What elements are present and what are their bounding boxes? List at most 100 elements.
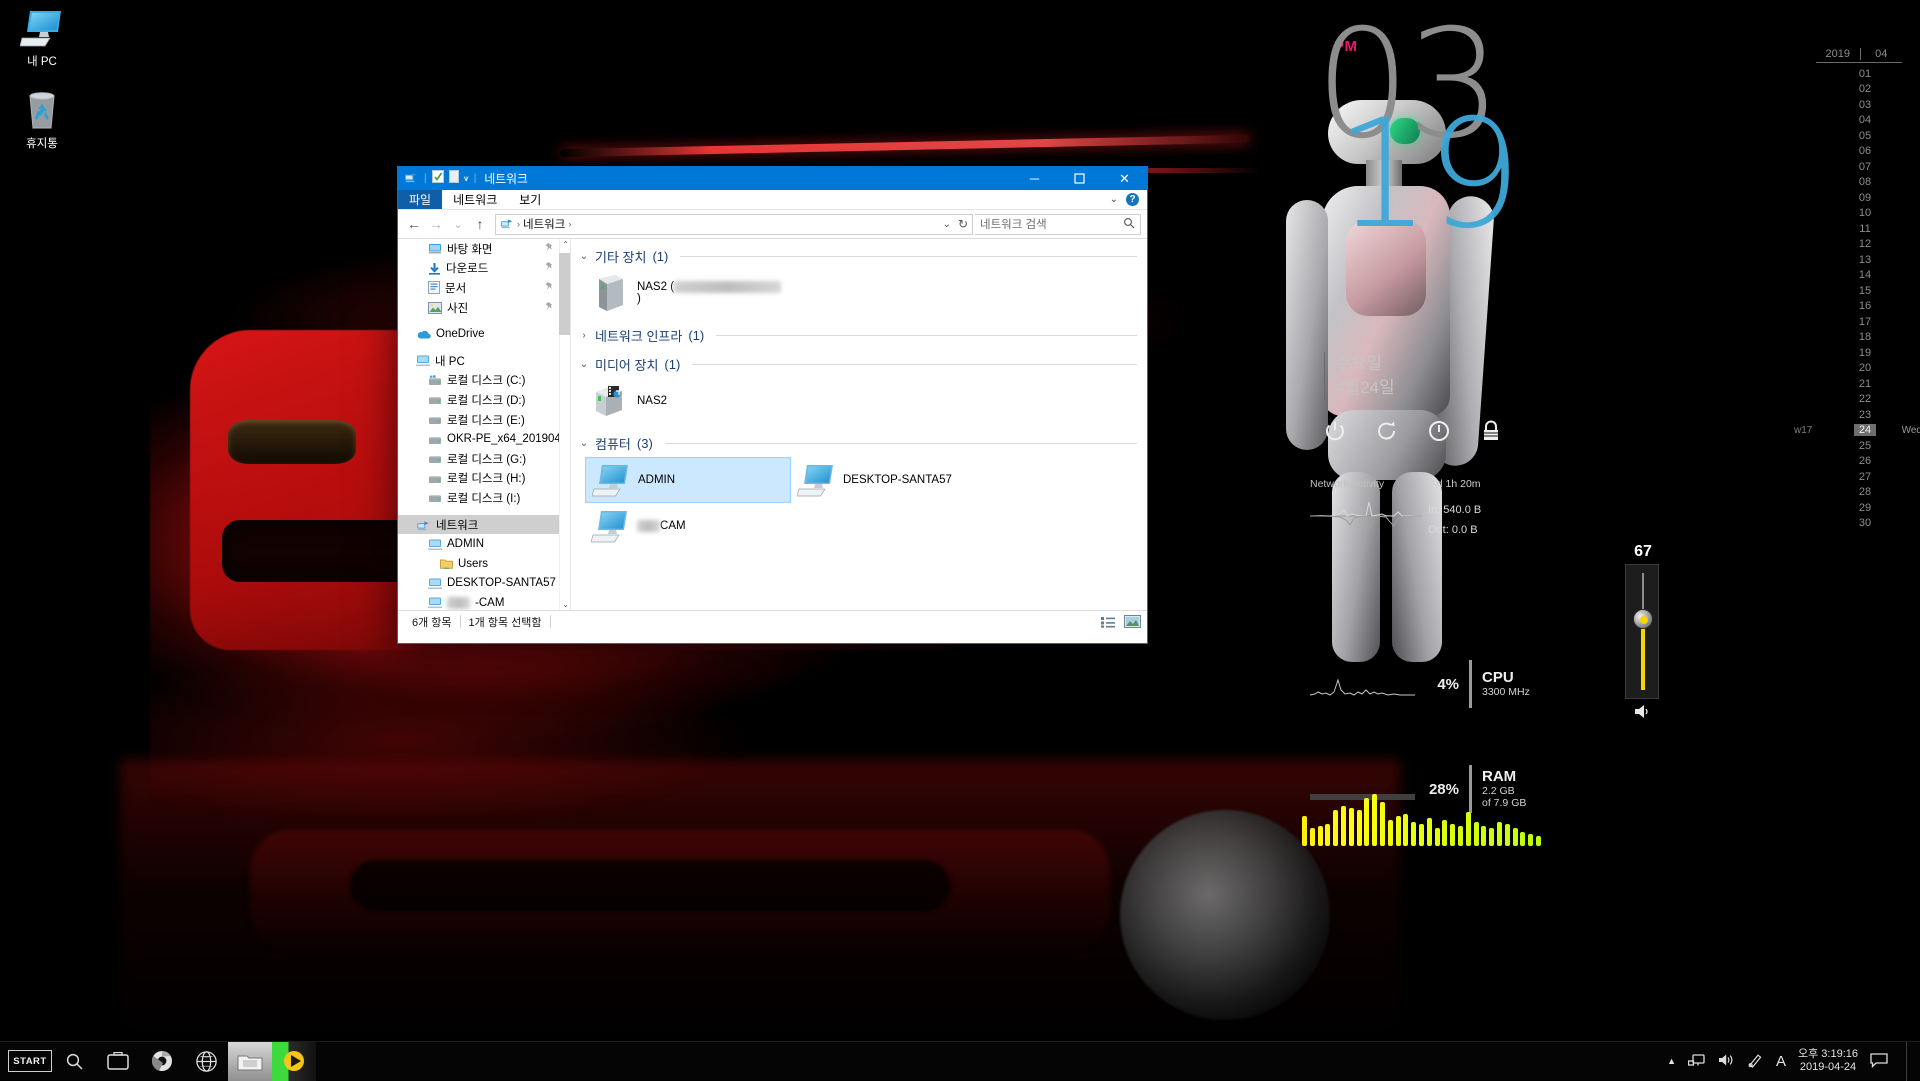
address-history-icon[interactable]: ⌄: [943, 219, 951, 230]
new-folder-icon[interactable]: [449, 170, 459, 188]
pin-icon[interactable]: [545, 302, 554, 314]
list-item[interactable]: NAS2 (XXXXXXXXXXXXXX): [585, 270, 791, 316]
sidebar-item-i[interactable]: 로컬 디스크 (I:): [398, 488, 570, 508]
scrollbar-thumb[interactable]: [559, 253, 570, 335]
sidebar-item-desktop-santa57[interactable]: DESKTOP-SANTA57: [398, 574, 570, 594]
customize-dropdown-icon[interactable]: ⩛: [464, 173, 469, 184]
sidebar-item-onedrive[interactable]: OneDrive: [398, 324, 570, 344]
chrome-icon[interactable]: [140, 1042, 184, 1081]
group-header[interactable]: ›네트워크 인프라(1): [571, 324, 1147, 347]
sidebar-item-pc[interactable]: 내 PC: [398, 351, 570, 371]
sidebar-item-c[interactable]: 로컬 디스크 (C:): [398, 371, 570, 391]
chevron-down-icon[interactable]: ⌄: [579, 438, 589, 449]
sidebar-item-users[interactable]: Users: [398, 554, 570, 574]
lock-icon[interactable]: [1478, 418, 1504, 444]
address-bar[interactable]: › 네트워크 › ⌄ ↻: [495, 214, 973, 235]
list-item[interactable]: NAS2: [585, 378, 791, 424]
volume-slider[interactable]: [1625, 564, 1659, 699]
tab-view[interactable]: 보기: [508, 190, 552, 209]
recent-locations-button[interactable]: ⌄: [448, 214, 468, 234]
file-explorer-window[interactable]: | ⩛ | 네트워크 ─ ✕ 파일 네트워크 보기 ⌄ ? ← → ⌄ ↑: [398, 167, 1147, 643]
breadcrumb-separator[interactable]: ›: [517, 219, 520, 229]
shutdown-icon[interactable]: [1322, 418, 1348, 444]
pin-icon[interactable]: [545, 282, 554, 294]
tab-network[interactable]: 네트워크: [442, 190, 508, 209]
volume-slider-handle[interactable]: [1633, 609, 1653, 629]
group-header[interactable]: ⌄기타 장치(1): [571, 245, 1147, 268]
speaker-icon[interactable]: [1625, 703, 1661, 725]
desktop-icon-recycle-bin[interactable]: 휴지통: [0, 88, 84, 151]
help-icon[interactable]: ?: [1126, 193, 1139, 206]
minimize-button[interactable]: ─: [1012, 167, 1057, 190]
navigation-bar[interactable]: ← → ⌄ ↑ › 네트워크 › ⌄ ↻ 네트워크 검색: [398, 210, 1147, 238]
close-button[interactable]: ✕: [1102, 167, 1147, 190]
sidebar-item-[interactable]: 다운로드: [398, 259, 570, 279]
sidebar-item-[interactable]: 네트워크: [398, 515, 570, 535]
taskbar[interactable]: START ▲ A 오후 3:19:16 2019-04-24: [0, 1041, 1920, 1080]
volume-gadget[interactable]: 67: [1625, 543, 1661, 725]
large-icons-view-icon[interactable]: [1123, 614, 1141, 630]
show-hidden-icons-icon[interactable]: ▲: [1667, 1056, 1676, 1066]
action-center-icon[interactable]: [1870, 1052, 1888, 1071]
system-tray[interactable]: ▲ A 오후 3:19:16 2019-04-24: [1667, 1042, 1920, 1081]
back-button[interactable]: ←: [404, 214, 424, 234]
properties-icon[interactable]: [432, 170, 444, 188]
task-view-icon[interactable]: [96, 1042, 140, 1081]
sidebar-item-d[interactable]: 로컬 디스크 (D:): [398, 390, 570, 410]
scroll-down-icon[interactable]: ⌄: [562, 600, 569, 609]
sidebar-item-cam[interactable]: XXX-CAM: [398, 593, 570, 610]
search-icon[interactable]: [52, 1042, 96, 1081]
list-item[interactable]: XXXCAM: [585, 503, 791, 549]
sidebar-item-okr-pe-x64-20190408-f[interactable]: OKR-PE_x64_20190408 (F:): [398, 429, 570, 449]
pen-tray-icon[interactable]: [1747, 1052, 1764, 1071]
up-button[interactable]: ↑: [470, 214, 490, 234]
media-player-icon[interactable]: [272, 1042, 316, 1081]
sidebar-item-g[interactable]: 로컬 디스크 (G:): [398, 449, 570, 469]
start-button[interactable]: START: [8, 1050, 52, 1072]
chevron-down-icon[interactable]: ⌄: [1110, 194, 1118, 205]
sidebar-item-[interactable]: 사진: [398, 298, 570, 318]
volume-tray-icon[interactable]: [1718, 1052, 1735, 1071]
maximize-button[interactable]: [1057, 167, 1102, 190]
search-icon[interactable]: [1123, 217, 1135, 232]
chevron-right-icon[interactable]: ›: [579, 330, 589, 341]
sidebar-item-[interactable]: 바탕 화면: [398, 239, 570, 259]
sidebar-item-e[interactable]: 로컬 디스크 (E:): [398, 410, 570, 430]
pin-icon[interactable]: [545, 243, 554, 255]
tab-file[interactable]: 파일: [398, 190, 442, 209]
ribbon-tabs[interactable]: 파일 네트워크 보기 ⌄ ?: [398, 190, 1147, 210]
title-bar[interactable]: | ⩛ | 네트워크 ─ ✕: [398, 167, 1147, 190]
network-tray-icon[interactable]: [1688, 1052, 1706, 1071]
desktop-icon-my-pc[interactable]: 내 PC: [0, 8, 84, 69]
internet-explorer-icon[interactable]: [184, 1042, 228, 1081]
sidebar-item-h[interactable]: 로컬 디스크 (H:): [398, 469, 570, 489]
breadcrumb-separator-2[interactable]: ›: [568, 219, 571, 229]
quick-access-toolbar[interactable]: | ⩛ |: [404, 169, 476, 189]
scroll-up-icon[interactable]: ⌃: [562, 240, 569, 249]
sidebar-item-admin[interactable]: ADMIN: [398, 534, 570, 554]
chevron-down-icon[interactable]: ⌄: [579, 251, 589, 262]
group-header[interactable]: ⌄컴퓨터(3): [571, 432, 1147, 455]
sidebar-scrollbar[interactable]: ⌃ ⌄: [559, 239, 570, 610]
breadcrumb-network[interactable]: 네트워크: [523, 216, 565, 232]
file-list-pane[interactable]: ⌄기타 장치(1)NAS2 (XXXXXXXXXXXXXX) ›네트워크 인프라(…: [571, 239, 1147, 610]
forward-button[interactable]: →: [426, 214, 446, 234]
taskbar-clock[interactable]: 오후 3:19:16 2019-04-24: [1798, 1048, 1858, 1074]
chevron-down-icon[interactable]: ⌄: [579, 359, 589, 370]
search-box[interactable]: 네트워크 검색: [975, 214, 1141, 235]
details-view-icon[interactable]: [1099, 614, 1117, 630]
show-desktop-button[interactable]: [1906, 1042, 1914, 1081]
list-item[interactable]: DESKTOP-SANTA57: [791, 457, 997, 503]
list-item[interactable]: ADMIN: [585, 457, 791, 503]
restart-icon[interactable]: [1374, 418, 1400, 444]
group-header[interactable]: ⌄미디어 장치(1): [571, 353, 1147, 376]
refresh-icon[interactable]: ↻: [958, 217, 968, 231]
ime-indicator[interactable]: A: [1776, 1053, 1786, 1070]
file-explorer-icon[interactable]: [228, 1042, 272, 1081]
sleep-icon[interactable]: [1426, 418, 1452, 444]
power-buttons-row[interactable]: [1322, 418, 1504, 444]
calendar-day-number: 29: [1854, 502, 1876, 514]
pin-icon[interactable]: [545, 262, 554, 274]
navigation-pane[interactable]: 바탕 화면다운로드문서사진OneDrive내 PC로컬 디스크 (C:)로컬 디…: [398, 239, 571, 610]
sidebar-item-[interactable]: 문서: [398, 278, 570, 298]
